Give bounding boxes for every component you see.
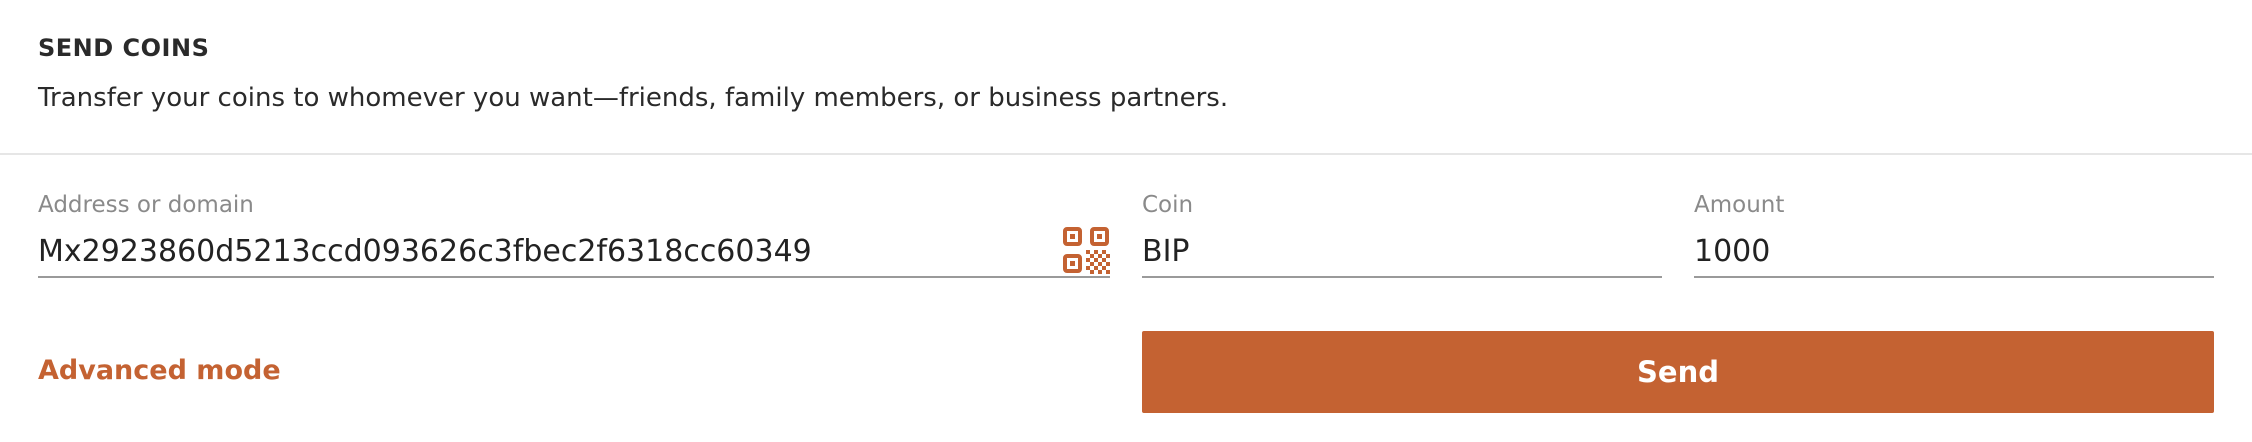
address-label: Address or domain	[38, 192, 254, 218]
qr-code-icon[interactable]	[1062, 226, 1110, 274]
coin-field: Coin	[1142, 190, 1662, 282]
page-subtitle: Transfer your coins to whomever you want…	[38, 83, 1229, 113]
advanced-mode-link[interactable]: Advanced mode	[38, 355, 281, 386]
page-title: SEND COINS	[38, 34, 210, 62]
amount-field: Amount	[1694, 190, 2214, 282]
address-field: Address or domain	[38, 190, 1110, 282]
send-button[interactable]: Send	[1142, 331, 2214, 413]
amount-label: Amount	[1694, 192, 1785, 218]
address-input[interactable]	[38, 232, 1110, 278]
amount-input[interactable]	[1694, 232, 2214, 278]
coin-label: Coin	[1142, 192, 1194, 218]
send-coins-header: SEND COINS Transfer your coins to whomev…	[0, 0, 2252, 155]
coin-input[interactable]	[1142, 232, 1662, 278]
